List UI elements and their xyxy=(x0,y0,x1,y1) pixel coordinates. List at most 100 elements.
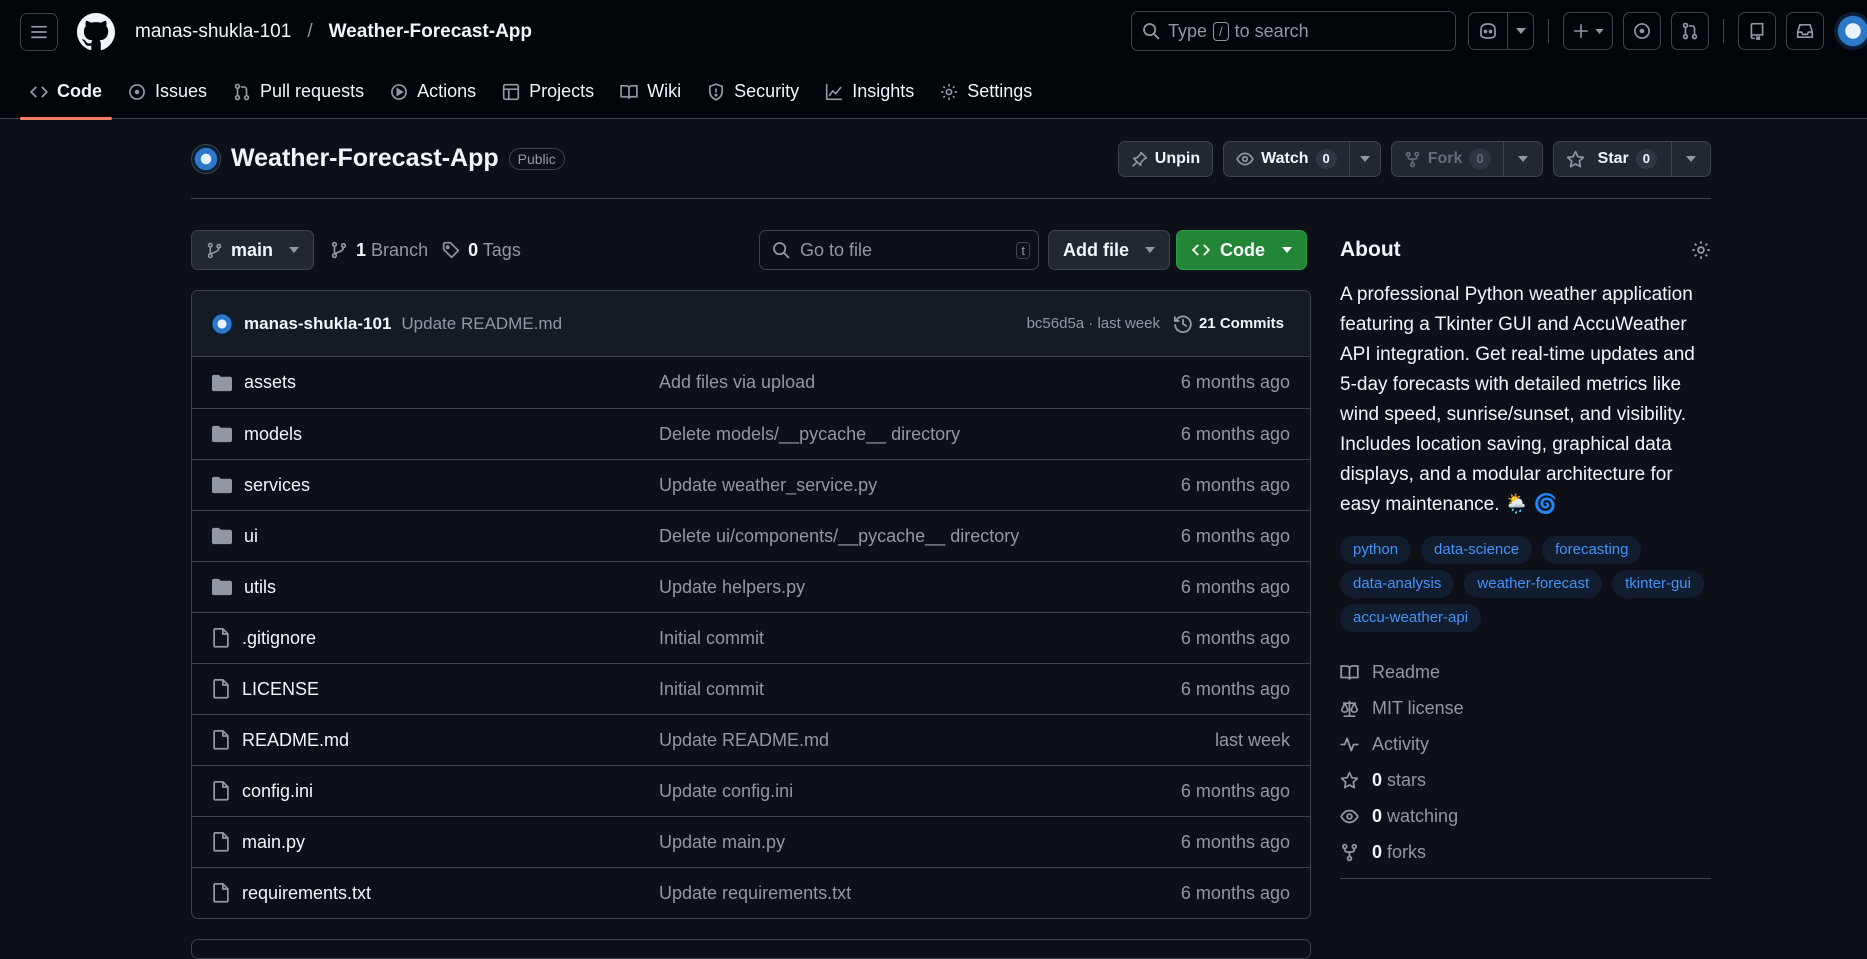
watch-button[interactable]: Watch 0 xyxy=(1224,142,1349,176)
file-commit-message-link[interactable]: Delete ui/components/__pycache__ directo… xyxy=(659,526,1019,547)
commits-link[interactable]: 21 Commits xyxy=(1173,314,1284,334)
file-commit-message-link[interactable]: Initial commit xyxy=(659,679,764,700)
topic-tag[interactable]: forecasting xyxy=(1542,536,1642,564)
code-button[interactable]: Code xyxy=(1176,230,1307,270)
pull-requests-button[interactable] xyxy=(1671,12,1709,50)
file-name-link[interactable]: services xyxy=(244,475,310,496)
file-name-link[interactable]: models xyxy=(244,424,302,445)
search-placeholder-pre: Type xyxy=(1168,20,1208,41)
license-link[interactable]: MIT license xyxy=(1340,690,1711,726)
file-name-link[interactable]: .gitignore xyxy=(242,628,316,649)
stars-link[interactable]: 0 stars xyxy=(1340,762,1711,798)
file-commit-message-link[interactable]: Add files via upload xyxy=(659,372,815,393)
unpin-button[interactable]: Unpin xyxy=(1117,141,1214,177)
topic-tag[interactable]: tkinter-gui xyxy=(1612,570,1704,598)
shield-icon xyxy=(709,82,724,101)
fork-dropdown-button[interactable] xyxy=(1502,142,1542,176)
create-new-button[interactable] xyxy=(1563,12,1613,50)
file-row: utils Update helpers.py 6 months ago xyxy=(192,561,1310,612)
tab-wiki[interactable]: Wiki xyxy=(610,64,691,119)
repo-description: A professional Python weather applicatio… xyxy=(1340,284,1695,515)
topic-tag[interactable]: data-science xyxy=(1421,536,1533,564)
file-name-link[interactable]: requirements.txt xyxy=(242,883,371,904)
file-name-link[interactable]: README.md xyxy=(242,730,349,751)
commit-hash-and-time[interactable]: bc56d5a · last week xyxy=(1027,315,1160,332)
file-commit-message-link[interactable]: Initial commit xyxy=(659,628,764,649)
file-row: main.py Update main.py 6 months ago xyxy=(192,816,1310,867)
repo-title[interactable]: Weather-Forecast-App xyxy=(231,144,499,173)
topic-tag[interactable]: python xyxy=(1340,536,1412,564)
breadcrumb-separator: / xyxy=(307,21,313,42)
tab-actions-label: Actions xyxy=(417,81,477,101)
file-commit-message-link[interactable]: Update main.py xyxy=(659,832,785,853)
file-name-link[interactable]: assets xyxy=(244,372,296,393)
branches-link[interactable]: 1 Branch xyxy=(330,240,428,261)
commit-author-avatar[interactable] xyxy=(210,311,234,336)
branch-selector[interactable]: main xyxy=(191,230,315,270)
tab-projects[interactable]: Projects xyxy=(492,64,604,119)
triangle-down-icon xyxy=(1594,28,1604,34)
file-commit-message-link[interactable]: Update requirements.txt xyxy=(659,883,851,904)
file-commit-message-link[interactable]: Delete models/__pycache__ directory xyxy=(659,424,960,445)
inbox-button[interactable] xyxy=(1786,12,1824,50)
tab-insights[interactable]: Insights xyxy=(815,64,924,119)
breadcrumb-owner-link[interactable]: manas-shukla-101 xyxy=(135,21,291,43)
file-name-link[interactable]: LICENSE xyxy=(242,679,319,700)
star-button[interactable]: Star 0 xyxy=(1554,142,1671,176)
repo-owner-avatar[interactable] xyxy=(191,143,221,174)
repositories-button[interactable] xyxy=(1738,12,1776,50)
copilot-dropdown-button[interactable] xyxy=(1507,13,1533,49)
inbox-icon xyxy=(1796,23,1814,39)
activity-link[interactable]: Activity xyxy=(1340,726,1711,762)
tab-actions[interactable]: Actions xyxy=(380,64,486,119)
forks-link[interactable]: 0 forks xyxy=(1340,834,1711,870)
file-commit-message-link[interactable]: Update helpers.py xyxy=(659,577,805,598)
menu-button[interactable] xyxy=(20,13,58,51)
gear-icon[interactable] xyxy=(1691,240,1711,260)
file-row: requirements.txt Update requirements.txt 6… xyxy=(192,867,1310,918)
file-name-link[interactable]: ui xyxy=(244,526,258,547)
file-name-link[interactable]: utils xyxy=(244,577,276,598)
star-dropdown-button[interactable] xyxy=(1671,142,1710,176)
folder-icon xyxy=(212,374,232,391)
tab-issues[interactable]: Issues xyxy=(118,64,217,119)
issues-button[interactable] xyxy=(1623,12,1661,50)
file-commit-date: 6 months ago xyxy=(1180,372,1290,392)
copilot-button[interactable] xyxy=(1469,13,1507,49)
readme-box xyxy=(191,939,1311,959)
tab-pull-requests[interactable]: Pull requests xyxy=(223,64,374,119)
file-commit-message-link[interactable]: Update config.ini xyxy=(659,781,793,802)
commit-author[interactable]: manas-shukla-101 xyxy=(244,314,391,334)
tab-security[interactable]: Security xyxy=(697,64,809,119)
tags-link[interactable]: 0 Tags xyxy=(442,240,521,261)
copilot-button-group xyxy=(1468,12,1534,50)
file-name-link[interactable]: config.ini xyxy=(242,781,313,802)
topic-tag[interactable]: data-analysis xyxy=(1340,570,1455,598)
file-commit-date: 6 months ago xyxy=(1180,474,1290,495)
tab-settings[interactable]: Settings xyxy=(930,64,1042,119)
watch-dropdown-button[interactable] xyxy=(1348,142,1380,176)
readme-link[interactable]: Readme xyxy=(1340,654,1711,690)
topic-list: python data-science forecasting data-analys… xyxy=(1340,536,1711,632)
breadcrumb-repo-link[interactable]: Weather-Forecast-App xyxy=(329,21,532,43)
file-icon xyxy=(213,832,229,852)
file-commit-message-link[interactable]: Update weather_service.py xyxy=(659,475,877,496)
tab-code[interactable]: Code xyxy=(20,64,112,120)
topic-tag[interactable]: accu-weather-api xyxy=(1340,604,1482,632)
topic-tag[interactable]: weather-forecast xyxy=(1464,570,1603,598)
github-logo-icon[interactable] xyxy=(77,13,115,51)
watching-link[interactable]: 0 watching xyxy=(1340,798,1711,834)
global-search-input[interactable]: Type / to search xyxy=(1131,11,1456,51)
fork-button[interactable]: Fork 0 xyxy=(1392,142,1503,176)
user-avatar[interactable] xyxy=(1834,12,1867,50)
triangle-down-icon xyxy=(1359,156,1370,162)
fork-button-group: Fork 0 xyxy=(1390,141,1543,177)
commit-message[interactable]: Update README.md xyxy=(401,314,562,334)
pulse-icon xyxy=(1340,737,1359,751)
add-file-button[interactable]: Add file xyxy=(1048,230,1170,270)
about-sidebar: About A professional Python weather appl… xyxy=(1340,230,1711,879)
pull-request-icon xyxy=(234,83,250,100)
file-name-link[interactable]: main.py xyxy=(242,832,305,853)
file-commit-message-link[interactable]: Update README.md xyxy=(659,730,829,751)
go-to-file-input[interactable]: Go to file t xyxy=(759,230,1039,270)
